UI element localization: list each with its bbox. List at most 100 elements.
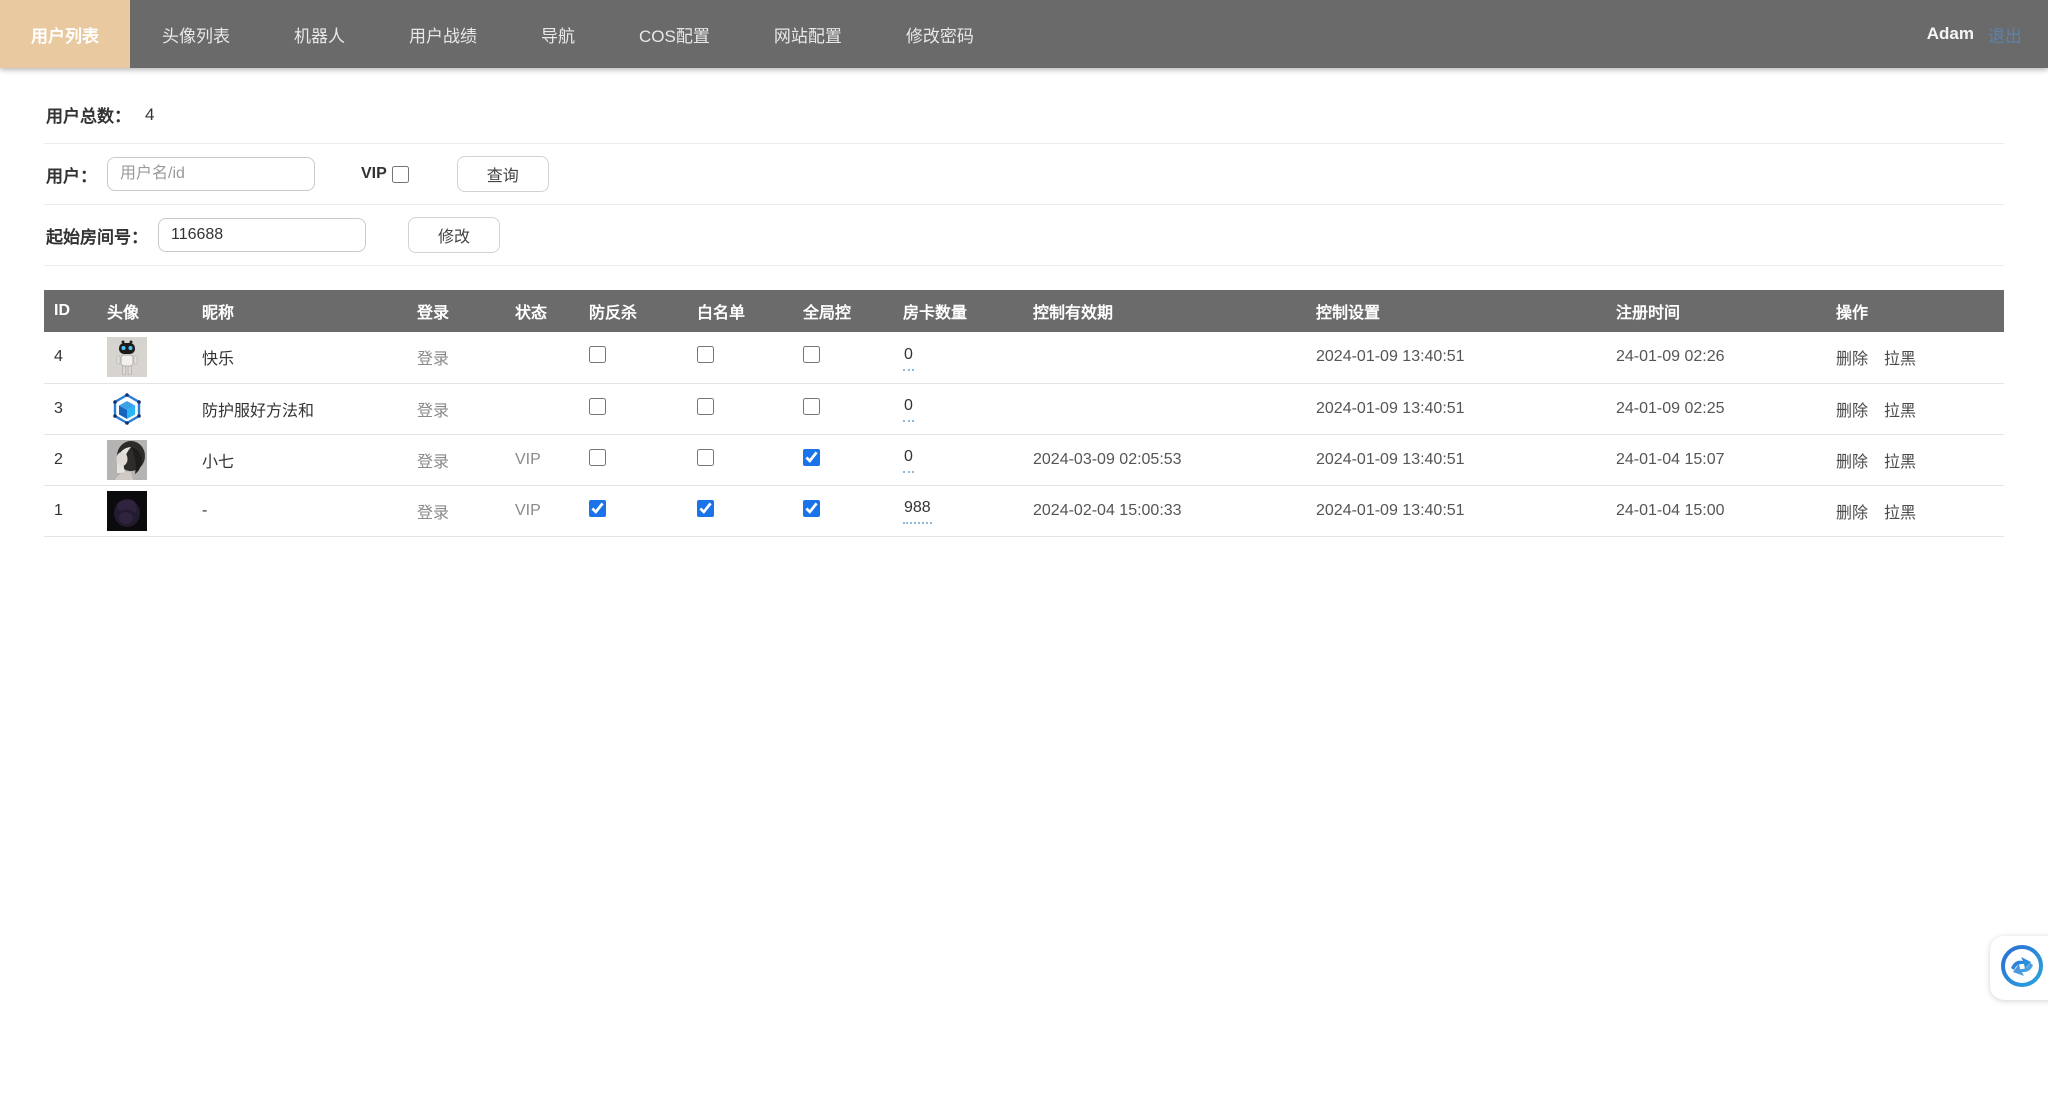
cell-register-time: 24-01-09 02:25 [1616, 400, 1725, 417]
anti-kill-checkbox[interactable] [589, 346, 606, 363]
room-cards-editable[interactable]: 0 [903, 446, 914, 473]
delete-link[interactable]: 删除 [1836, 505, 1868, 522]
cell-control-expiry: 2024-03-09 02:05:53 [1033, 451, 1182, 468]
user-table: ID 头像 昵称 登录 状态 防反杀 白名单 全局控 房卡数量 控制有效期 控制… [44, 290, 2004, 537]
modify-button[interactable]: 修改 [408, 217, 500, 253]
room-cards-editable[interactable]: 0 [903, 344, 914, 371]
col-header-room-cards: 房卡数量 [895, 290, 1025, 332]
user-total-row: 用户总数： 4 [44, 90, 2004, 144]
col-header-id: ID [44, 290, 99, 332]
nav-tab-robots[interactable]: 机器人 [262, 0, 377, 68]
cell-register-time: 24-01-09 02:26 [1616, 348, 1725, 365]
user-search-label: 用户： [46, 162, 97, 187]
nav-tab-navigation[interactable]: 导航 [509, 0, 607, 68]
nav-tab-avatar-list[interactable]: 头像列表 [130, 0, 262, 68]
user-search-input[interactable] [107, 157, 315, 191]
room-cards-editable[interactable]: 988 [903, 497, 932, 524]
delete-link[interactable]: 删除 [1836, 403, 1868, 420]
table-row: 4 快乐 登录 0 2024-01-09 13:40:51 24-01-09 0… [44, 332, 2004, 383]
avatar-grayscale-portrait [107, 440, 147, 480]
cell-status: VIP [515, 502, 541, 519]
search-button[interactable]: 查询 [457, 156, 549, 192]
login-link[interactable]: 登录 [417, 505, 449, 522]
col-header-anti-kill: 防反杀 [581, 290, 689, 332]
cell-nickname: 防护服好方法和 [194, 383, 409, 434]
avatar-blue-hexagon-logo [107, 389, 147, 429]
blacklist-link[interactable]: 拉黑 [1884, 454, 1916, 471]
anti-kill-checkbox[interactable] [589, 500, 606, 517]
nav-tabs: 用户列表 头像列表 机器人 用户战绩 导航 COS配置 网站配置 修改密码 [0, 0, 1006, 68]
login-link[interactable]: 登录 [417, 454, 449, 471]
vip-filter-checkbox[interactable] [392, 166, 409, 183]
col-header-actions: 操作 [1828, 290, 2004, 332]
cell-control-expiry: 2024-02-04 15:00:33 [1033, 502, 1182, 519]
cell-control-setting: 2024-01-09 13:40:51 [1316, 400, 1465, 417]
cell-id: 2 [44, 434, 99, 485]
global-control-checkbox[interactable] [803, 346, 820, 363]
col-header-whitelist: 白名单 [689, 290, 795, 332]
main-content: 用户总数： 4 用户： VIP 查询 起始房间号： 修改 ID 头像 昵称 登录 [44, 68, 2004, 537]
blacklist-link[interactable]: 拉黑 [1884, 403, 1916, 420]
anti-kill-checkbox[interactable] [589, 398, 606, 415]
cell-id: 4 [44, 332, 99, 383]
delete-link[interactable]: 删除 [1836, 351, 1868, 368]
swirl-logo-icon [2001, 945, 2043, 992]
col-header-register-time: 注册时间 [1608, 290, 1828, 332]
cell-nickname: 小七 [194, 434, 409, 485]
login-link[interactable]: 登录 [417, 403, 449, 420]
cell-nickname: - [194, 485, 409, 536]
cell-control-setting: 2024-01-09 13:40:51 [1316, 451, 1465, 468]
col-header-control-expiry: 控制有效期 [1025, 290, 1308, 332]
col-header-nickname: 昵称 [194, 290, 409, 332]
user-total-label: 用户总数： [46, 102, 131, 127]
nav-tab-site-config[interactable]: 网站配置 [742, 0, 874, 68]
login-link[interactable]: 登录 [417, 351, 449, 368]
table-row: 3 防护服好方法和 登录 0 2024-01-09 13:40:51 24-01… [44, 383, 2004, 434]
col-header-login: 登录 [409, 290, 507, 332]
room-number-label: 起始房间号： [46, 223, 148, 248]
nav-tab-cos-config[interactable]: COS配置 [607, 0, 742, 68]
cell-id: 3 [44, 383, 99, 434]
avatar-dark-anime [107, 491, 147, 531]
col-header-status: 状态 [507, 290, 581, 332]
global-control-checkbox[interactable] [803, 500, 820, 517]
nav-tab-change-password[interactable]: 修改密码 [874, 0, 1006, 68]
cell-id: 1 [44, 485, 99, 536]
room-number-input[interactable] [158, 218, 366, 252]
global-control-checkbox[interactable] [803, 398, 820, 415]
user-total-value: 4 [145, 105, 154, 125]
cell-control-setting: 2024-01-09 13:40:51 [1316, 348, 1465, 365]
table-header-row: ID 头像 昵称 登录 状态 防反杀 白名单 全局控 房卡数量 控制有效期 控制… [44, 290, 2004, 332]
whitelist-checkbox[interactable] [697, 398, 714, 415]
whitelist-checkbox[interactable] [697, 346, 714, 363]
blacklist-link[interactable]: 拉黑 [1884, 351, 1916, 368]
table-row: 1 - 登录 VIP 988 2024-02-04 15:00:33 2024-… [44, 485, 2004, 536]
nav-user-area: Adam 退出 [1927, 0, 2048, 68]
cell-register-time: 24-01-04 15:07 [1616, 451, 1725, 468]
cell-register-time: 24-01-04 15:00 [1616, 502, 1725, 519]
col-header-global-control: 全局控 [795, 290, 895, 332]
anti-kill-checkbox[interactable] [589, 449, 606, 466]
whitelist-checkbox[interactable] [697, 449, 714, 466]
vip-filter: VIP [361, 165, 409, 183]
nav-tab-user-list[interactable]: 用户列表 [0, 0, 130, 68]
assistant-float-widget[interactable] [1990, 936, 2048, 1000]
top-navbar: 用户列表 头像列表 机器人 用户战绩 导航 COS配置 网站配置 修改密码 Ad… [0, 0, 2048, 68]
avatar-robot-toy [107, 337, 147, 377]
current-username: Adam [1927, 24, 1974, 44]
col-header-avatar: 头像 [99, 290, 194, 332]
nav-tab-user-records[interactable]: 用户战绩 [377, 0, 509, 68]
global-control-checkbox[interactable] [803, 449, 820, 466]
blacklist-link[interactable]: 拉黑 [1884, 505, 1916, 522]
room-number-row: 起始房间号： 修改 [44, 205, 2004, 266]
delete-link[interactable]: 删除 [1836, 454, 1868, 471]
logout-link[interactable]: 退出 [1988, 22, 2022, 47]
user-search-row: 用户： VIP 查询 [44, 144, 2004, 205]
room-cards-editable[interactable]: 0 [903, 395, 914, 422]
cell-status: VIP [515, 451, 541, 468]
col-header-control-setting: 控制设置 [1308, 290, 1608, 332]
vip-filter-label: VIP [361, 165, 387, 183]
whitelist-checkbox[interactable] [697, 500, 714, 517]
cell-nickname: 快乐 [194, 332, 409, 383]
table-row: 2 小七 登录 VIP 0 2024-03-09 02:05:53 2024-0… [44, 434, 2004, 485]
